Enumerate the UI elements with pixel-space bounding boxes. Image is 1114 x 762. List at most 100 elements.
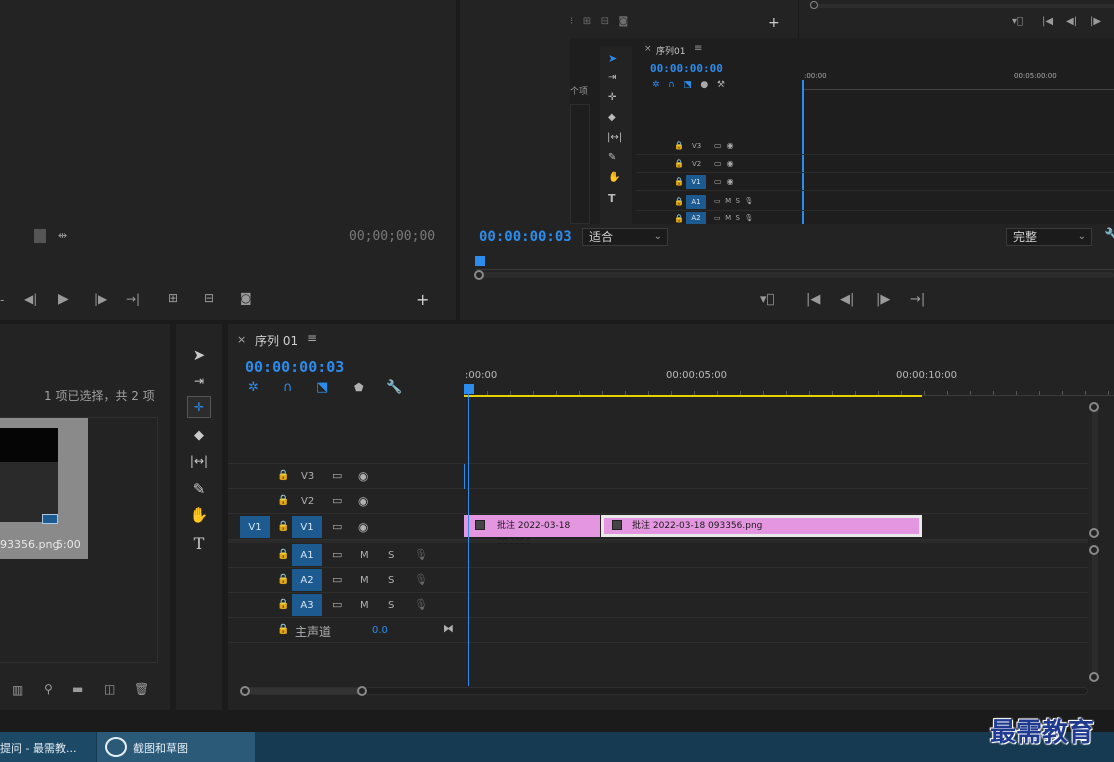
video-vscroll-handle-bottom[interactable] <box>1089 528 1099 538</box>
nested-a2-label[interactable]: A2 <box>686 212 706 224</box>
add-marker-timeline-icon[interactable]: ⬟ <box>354 381 364 394</box>
work-area-bar[interactable] <box>464 395 922 397</box>
lock-icon[interactable]: 🔒 <box>277 624 289 635</box>
nested-slip-icon[interactable]: |↔| <box>607 132 622 143</box>
nested-hand-icon[interactable]: ✋ <box>608 172 620 183</box>
nested-pen-icon[interactable]: ✎ <box>608 152 616 163</box>
razor-tool-icon[interactable]: ◆ <box>187 424 211 446</box>
nested-track-select-icon[interactable]: ⇥ <box>608 72 616 83</box>
trash-icon[interactable]: 🗑 <box>134 683 149 695</box>
lock-icon[interactable]: 🔒 <box>277 599 289 610</box>
step-back-program-icon[interactable]: ◀| <box>840 293 854 306</box>
mute-button[interactable]: M <box>360 550 369 561</box>
microphone-icon[interactable]: 🎙 <box>414 598 428 611</box>
add-button-icon[interactable]: + <box>416 292 429 308</box>
nest-toggle-icon[interactable]: ✲ <box>248 380 259 395</box>
snap-icon[interactable]: ∩ <box>283 380 293 395</box>
fit-select[interactable]: 适合 ⌄ <box>582 228 668 246</box>
go-to-out-icon[interactable]: →| <box>126 293 140 305</box>
add-top-icon[interactable]: + <box>768 16 780 30</box>
playhead-line[interactable] <box>468 394 469 686</box>
microphone-icon[interactable]: 🎙 <box>414 548 428 561</box>
mark-out-icon[interactable]: - <box>0 294 4 306</box>
track-select-tool-icon[interactable]: ⇥ <box>187 370 211 392</box>
quality-select[interactable]: 完整 ⌄ <box>1006 228 1092 246</box>
sync-lock-icon[interactable]: ▭ <box>332 598 342 611</box>
timeline-menu-icon[interactable]: ≡ <box>307 331 317 345</box>
taskbar-item-browser[interactable]: 提问 - 最需教... <box>0 732 96 762</box>
type-tool-icon[interactable]: T <box>187 532 211 554</box>
solo-button[interactable]: S <box>388 550 394 561</box>
program-zoom-bar[interactable] <box>476 272 1114 278</box>
add-marker-icon[interactable]: ▾⃝ <box>760 293 774 306</box>
mini-step-back-icon[interactable]: ◀| <box>1066 17 1077 27</box>
audio-vscroll-handle-bottom[interactable] <box>1089 672 1099 682</box>
overwrite-icon[interactable]: ⊟ <box>204 292 214 304</box>
nested-menu-icon[interactable]: ≡ <box>694 43 702 54</box>
new-bin-icon[interactable]: ▬ <box>72 683 83 695</box>
clip-2[interactable]: 批注 2022-03-18 093356.png <box>601 515 922 537</box>
project-item-thumbnail[interactable]: 93356.png 5:00 <box>0 418 88 559</box>
timeline-settings-icon[interactable]: 🔧 <box>386 380 402 395</box>
timeline-timecode[interactable]: 00:00:00:03 <box>245 358 344 376</box>
nested-v1-label[interactable]: V1 <box>686 175 706 189</box>
step-back-icon[interactable]: ◀| <box>24 293 37 305</box>
track-a1-label[interactable]: A1 <box>292 544 322 566</box>
selection-tool-icon[interactable]: ➤ <box>187 344 211 366</box>
go-to-end-icon[interactable]: ⧓ <box>443 622 454 635</box>
program-zoom-handle[interactable] <box>474 270 484 280</box>
track-v1-label[interactable]: V1 <box>292 516 322 538</box>
sync-lock-icon[interactable]: ▭ <box>332 494 342 507</box>
sync-lock-icon[interactable]: ▭ <box>332 520 342 533</box>
insert-icon[interactable]: ⊞ <box>168 292 178 304</box>
clip-1[interactable]: 批注 2022-03-18 093356 <box>464 515 600 547</box>
slip-tool-icon[interactable]: |↔| <box>187 450 211 472</box>
mini-go-in-icon[interactable]: |◀ <box>1042 17 1053 27</box>
audio-vscroll-handle-top[interactable] <box>1089 545 1099 555</box>
timeline-close-icon[interactable]: × <box>237 333 246 346</box>
taskbar-item-snip[interactable]: 截图和草图 <box>97 732 255 762</box>
export-frame-icon[interactable] <box>34 229 46 243</box>
video-vscroll-handle-top[interactable] <box>1089 402 1099 412</box>
nested-select-icon[interactable]: ➤ <box>608 52 617 65</box>
pen-tool-icon[interactable]: ✎ <box>187 478 211 500</box>
nested-type-icon[interactable]: T <box>608 192 616 205</box>
mini-step-fwd-icon[interactable]: |▶ <box>1090 17 1101 27</box>
lock-icon[interactable]: 🔒 <box>277 521 289 532</box>
track-a3-label[interactable]: A3 <box>292 594 322 616</box>
hand-tool-icon[interactable]: ✋ <box>187 504 211 526</box>
lock-icon[interactable]: 🔒 <box>277 549 289 560</box>
ripple-edit-tool-icon[interactable]: ✛ <box>187 396 211 418</box>
mini-scrub-bar[interactable] <box>810 4 1114 8</box>
list-view-icon[interactable]: ▥ <box>12 684 23 696</box>
mute-button[interactable]: M <box>360 600 369 611</box>
microphone-icon[interactable]: 🎙 <box>414 573 428 586</box>
source-patch-v1[interactable]: V1 <box>240 516 270 538</box>
nested-ripple-icon[interactable]: ✛ <box>608 92 616 103</box>
lock-icon[interactable]: 🔒 <box>277 470 289 481</box>
master-value[interactable]: 0.0 <box>372 625 388 636</box>
audio-vscroll[interactable] <box>1092 550 1098 680</box>
nested-a1-label[interactable]: A1 <box>686 195 706 209</box>
step-forward-icon[interactable]: |▶ <box>94 293 107 305</box>
camera-icon[interactable]: ◙ <box>240 292 252 304</box>
eye-icon[interactable]: ◉ <box>358 520 368 534</box>
step-forward-program-icon[interactable]: |▶ <box>876 293 890 306</box>
go-to-out-program-icon[interactable]: →| <box>910 293 925 306</box>
mute-button[interactable]: M <box>360 575 369 586</box>
sync-lock-icon[interactable]: ▭ <box>332 548 342 561</box>
find-icon[interactable]: ⚲ <box>44 683 53 695</box>
settings-wrench-icon[interactable]: 🔧 <box>1104 228 1114 244</box>
eye-icon[interactable]: ◉ <box>358 469 368 483</box>
nested-razor-icon[interactable]: ◆ <box>608 112 616 123</box>
sync-lock-icon[interactable]: ▭ <box>332 469 342 482</box>
program-playhead-marker[interactable] <box>475 256 485 266</box>
linked-selection-icon[interactable]: ⬔ <box>316 380 328 395</box>
hscroll-handle-left[interactable] <box>240 686 250 696</box>
eye-icon[interactable]: ◉ <box>358 494 368 508</box>
lock-icon[interactable]: 🔒 <box>277 574 289 585</box>
solo-button[interactable]: S <box>388 575 394 586</box>
mini-scrub-handle[interactable] <box>810 1 818 9</box>
video-vscroll[interactable] <box>1092 404 1098 536</box>
timeline-hscroll-thumb[interactable] <box>244 688 362 694</box>
